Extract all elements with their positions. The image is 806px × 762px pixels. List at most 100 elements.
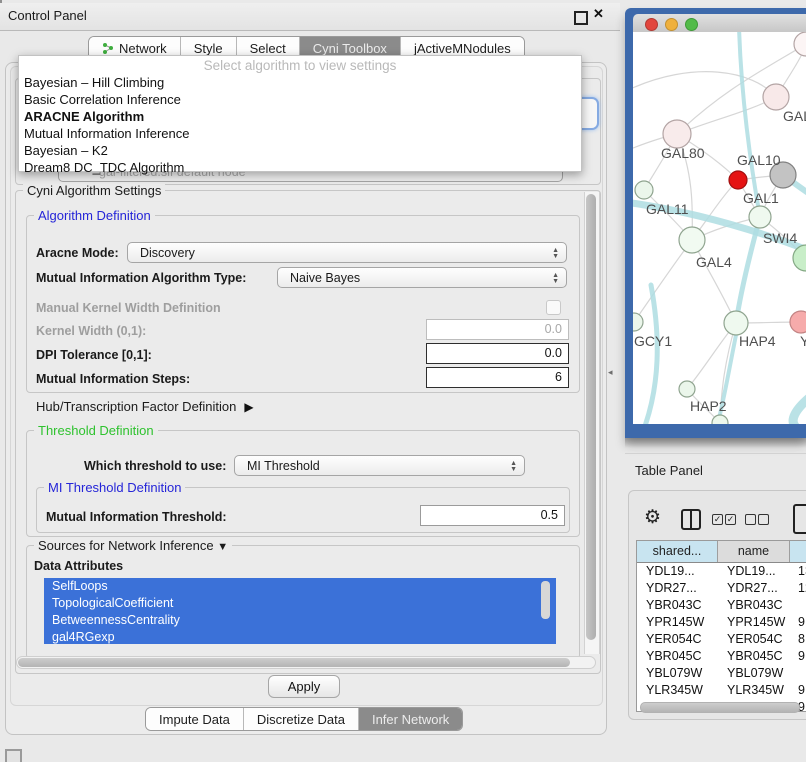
table-row[interactable]: YPR145WYPR145W9. <box>637 614 806 631</box>
table-column-header[interactable]: name <box>718 541 790 562</box>
apply-button[interactable]: Apply <box>268 675 340 698</box>
close-icon[interactable]: ✕ <box>593 6 604 22</box>
network-node[interactable] <box>663 120 691 148</box>
network-edge-highlighted[interactable] <box>793 398 806 424</box>
algorithm-option[interactable]: Mutual Information Inference <box>24 126 189 141</box>
network-canvas[interactable]: GALGAL80GAL10GAL1GAL11SWI4GAL4GCY1HAP4YH… <box>633 32 806 424</box>
data-attributes-list[interactable]: SelfLoopsTopologicalCoefficientBetweenne… <box>44 578 556 644</box>
network-node[interactable] <box>794 32 806 56</box>
kernel-width-field[interactable]: 0.0 <box>426 319 569 340</box>
gear-icon[interactable]: ⚙ <box>644 506 661 529</box>
network-edge[interactable] <box>677 97 776 134</box>
network-graph[interactable]: GALGAL80GAL10GAL1GAL11SWI4GAL4GCY1HAP4YH… <box>633 32 806 424</box>
tab-label: jActiveMNodules <box>414 41 511 56</box>
network-node[interactable] <box>749 206 771 228</box>
table-cell[interactable]: YBR043C <box>718 597 790 614</box>
tab-impute-data[interactable]: Impute Data <box>146 708 244 730</box>
attribute-list-item[interactable]: SelfLoops <box>44 578 556 595</box>
table-cell[interactable]: YLR345W <box>637 682 718 699</box>
table-column-header[interactable] <box>790 541 806 562</box>
table-column-header[interactable]: shared... <box>637 541 718 562</box>
attr-list-scrollbar-thumb[interactable] <box>541 581 550 619</box>
table-cell[interactable]: YPR145W <box>718 614 790 631</box>
network-node-label: GAL1 <box>743 190 779 206</box>
table-cell[interactable]: YBR045C <box>637 648 718 665</box>
network-node[interactable] <box>790 311 806 333</box>
algorithm-option[interactable]: Bayesian – Hill Climbing <box>24 75 164 90</box>
table-cell[interactable]: YDL19... <box>718 563 790 580</box>
aracne-mode-combo[interactable]: Discovery ▲▼ <box>127 242 567 263</box>
table-row[interactable]: YER054CYER054C8. <box>637 631 806 648</box>
attribute-list-item[interactable]: TopologicalCoefficient <box>44 595 556 612</box>
network-node[interactable] <box>635 181 653 199</box>
mi-steps-field[interactable]: 6 <box>426 367 569 388</box>
table-row[interactable]: YLR345WYLR345W9. <box>637 682 806 699</box>
network-edge[interactable] <box>634 240 692 322</box>
settings-hscrollbar-thumb[interactable] <box>18 658 570 667</box>
table-cell[interactable]: YBR043C <box>637 597 718 614</box>
tab-discretize-data[interactable]: Discretize Data <box>244 708 359 730</box>
expander-down-icon[interactable]: ▼ <box>217 541 228 553</box>
network-node-label: HAP4 <box>739 333 776 349</box>
table-cell[interactable]: YDL19... <box>637 563 718 580</box>
table-cell[interactable]: YDR27... <box>637 580 718 597</box>
network-node[interactable] <box>729 171 747 189</box>
table-row[interactable]: YDL19...YDL19...13 <box>637 563 806 580</box>
divider-collapse-icon[interactable]: ◂ <box>608 367 613 378</box>
algorithm-option[interactable]: ARACNE Algorithm <box>24 109 144 124</box>
dpi-tolerance-field[interactable]: 0.0 <box>426 343 569 364</box>
document-icon[interactable] <box>793 504 806 534</box>
mi-threshold-field[interactable]: 0.5 <box>420 505 565 526</box>
table-row[interactable]: YDR27...YDR27...12 <box>637 580 806 597</box>
network-node[interactable] <box>633 313 643 331</box>
table-cell[interactable]: 13 <box>790 563 806 580</box>
table-row[interactable]: YBR043CYBR043C <box>637 597 806 614</box>
float-window-icon[interactable] <box>574 11 588 25</box>
network-node[interactable] <box>679 381 695 397</box>
panel-grip-icon[interactable] <box>5 749 22 762</box>
algorithm-option[interactable]: Bayesian – K2 <box>24 143 108 158</box>
minimize-traffic-light[interactable] <box>665 18 678 31</box>
table-hscrollbar-thumb[interactable] <box>640 702 800 713</box>
attribute-list-item[interactable]: gal4RGexp <box>44 629 556 644</box>
table-cell[interactable]: YDR27... <box>718 580 790 597</box>
algorithm-option[interactable]: Dream8 DC_TDC Algorithm <box>24 160 184 175</box>
mi-type-combo[interactable]: Naive Bayes ▲▼ <box>277 267 567 288</box>
close-traffic-light[interactable] <box>645 18 658 31</box>
network-edge-highlighted[interactable] <box>645 285 657 424</box>
which-threshold-combo[interactable]: MI Threshold ▲▼ <box>234 455 525 476</box>
table-cell[interactable]: 9. <box>790 648 806 665</box>
table-cell[interactable] <box>790 665 806 682</box>
table-cell[interactable]: YBL079W <box>718 665 790 682</box>
table-cell[interactable]: 9. <box>790 614 806 631</box>
network-node[interactable] <box>724 311 748 335</box>
unchecked-checkbox-icon[interactable] <box>758 514 769 525</box>
network-edge[interactable] <box>692 240 736 323</box>
settings-vscrollbar-thumb[interactable] <box>586 194 596 640</box>
checked-checkbox-icon[interactable]: ✓ <box>712 514 723 525</box>
table-cell[interactable]: YBL079W <box>637 665 718 682</box>
table-cell[interactable]: YLR345W <box>718 682 790 699</box>
network-node[interactable] <box>679 227 705 253</box>
algorithm-option[interactable]: Basic Correlation Inference <box>24 92 181 107</box>
table-cell[interactable]: 9. <box>790 682 806 699</box>
table-cell[interactable]: YER054C <box>637 631 718 648</box>
table-cell[interactable] <box>790 597 806 614</box>
table-cell[interactable]: YER054C <box>718 631 790 648</box>
expander-right-icon[interactable]: ▶ <box>244 400 253 414</box>
hub-definition-expander[interactable]: Hub/Transcription Factor Definition▶ <box>36 399 254 414</box>
tab-infer-network[interactable]: Infer Network <box>359 708 462 730</box>
manual-kernel-checkbox[interactable] <box>546 300 561 315</box>
table-row[interactable]: YBL079WYBL079W <box>637 665 806 682</box>
table-cell[interactable]: YBR045C <box>718 648 790 665</box>
table-cell[interactable]: 12 <box>790 580 806 597</box>
split-columns-icon[interactable] <box>681 509 701 530</box>
table-cell[interactable]: 8. <box>790 631 806 648</box>
table-row[interactable]: YBR045CYBR045C9. <box>637 648 806 665</box>
checked-checkbox-icon[interactable]: ✓ <box>725 514 736 525</box>
network-node[interactable] <box>763 84 789 110</box>
zoom-traffic-light[interactable] <box>685 18 698 31</box>
table-cell[interactable]: YPR145W <box>637 614 718 631</box>
attribute-list-item[interactable]: BetweennessCentrality <box>44 612 556 629</box>
unchecked-checkbox-icon[interactable] <box>745 514 756 525</box>
